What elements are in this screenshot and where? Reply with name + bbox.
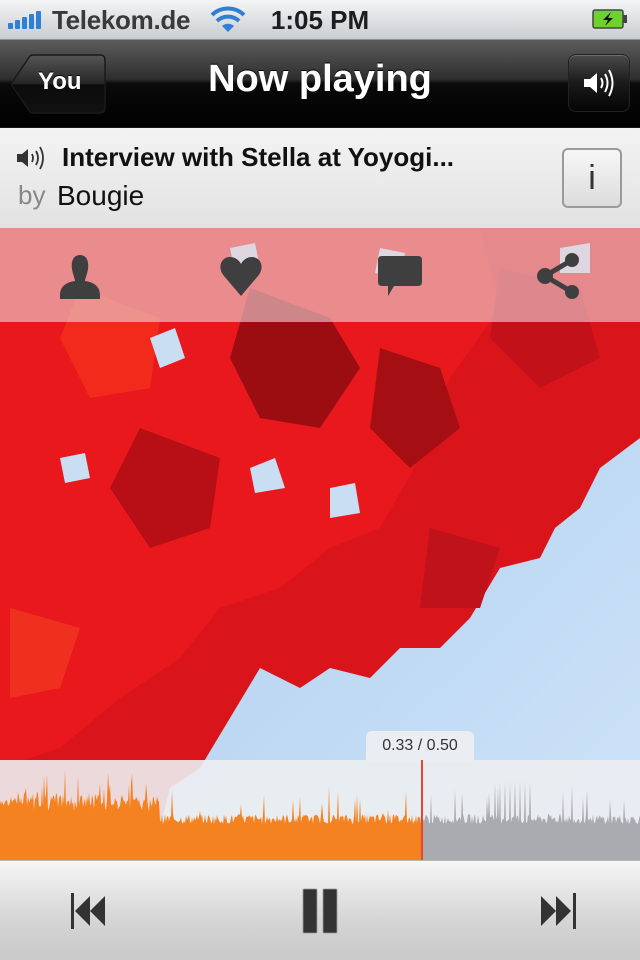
- skip-back-icon: [71, 893, 105, 929]
- artist-name[interactable]: Bougie: [57, 180, 144, 212]
- share-button[interactable]: [531, 248, 587, 304]
- pause-button[interactable]: [290, 879, 354, 943]
- playback-controls: [0, 860, 640, 960]
- comment-icon: [378, 256, 422, 296]
- now-playing-speaker-icon: [17, 146, 44, 170]
- battery-charging-icon: [592, 9, 627, 29]
- waveform-scrubber[interactable]: [0, 760, 640, 860]
- previous-button[interactable]: [60, 879, 120, 943]
- volume-button[interactable]: [568, 54, 630, 112]
- navigation-bar: You Now playing: [0, 40, 640, 128]
- like-button[interactable]: [213, 248, 269, 304]
- skip-forward-icon: [541, 893, 576, 929]
- waveform-graphic: [0, 760, 640, 860]
- info-button[interactable]: i: [562, 148, 622, 208]
- playback-position-label: 0.33 / 0.50: [366, 731, 474, 761]
- track-title[interactable]: Interview with Stella at Yoyogi...: [62, 142, 454, 173]
- action-bar: [0, 228, 640, 322]
- waveform-unplayed: [422, 782, 640, 860]
- speaker-icon: [584, 69, 614, 97]
- by-label: by: [18, 180, 46, 210]
- profile-button[interactable]: [52, 248, 108, 304]
- share-icon: [537, 253, 579, 299]
- next-button[interactable]: [528, 879, 588, 943]
- comment-button[interactable]: [372, 248, 428, 304]
- page-title: Now playing: [208, 58, 432, 100]
- track-info: Interview with Stella at Yoyogi... by Bo…: [0, 128, 640, 228]
- waveform-played: [0, 769, 422, 860]
- status-bar: Telekom.de 1:05 PM: [0, 0, 640, 40]
- pause-icon: [302, 888, 338, 934]
- playhead: [421, 760, 423, 860]
- heart-icon: [220, 257, 262, 296]
- user-icon: [60, 255, 100, 299]
- clock: 1:05 PM: [270, 5, 370, 35]
